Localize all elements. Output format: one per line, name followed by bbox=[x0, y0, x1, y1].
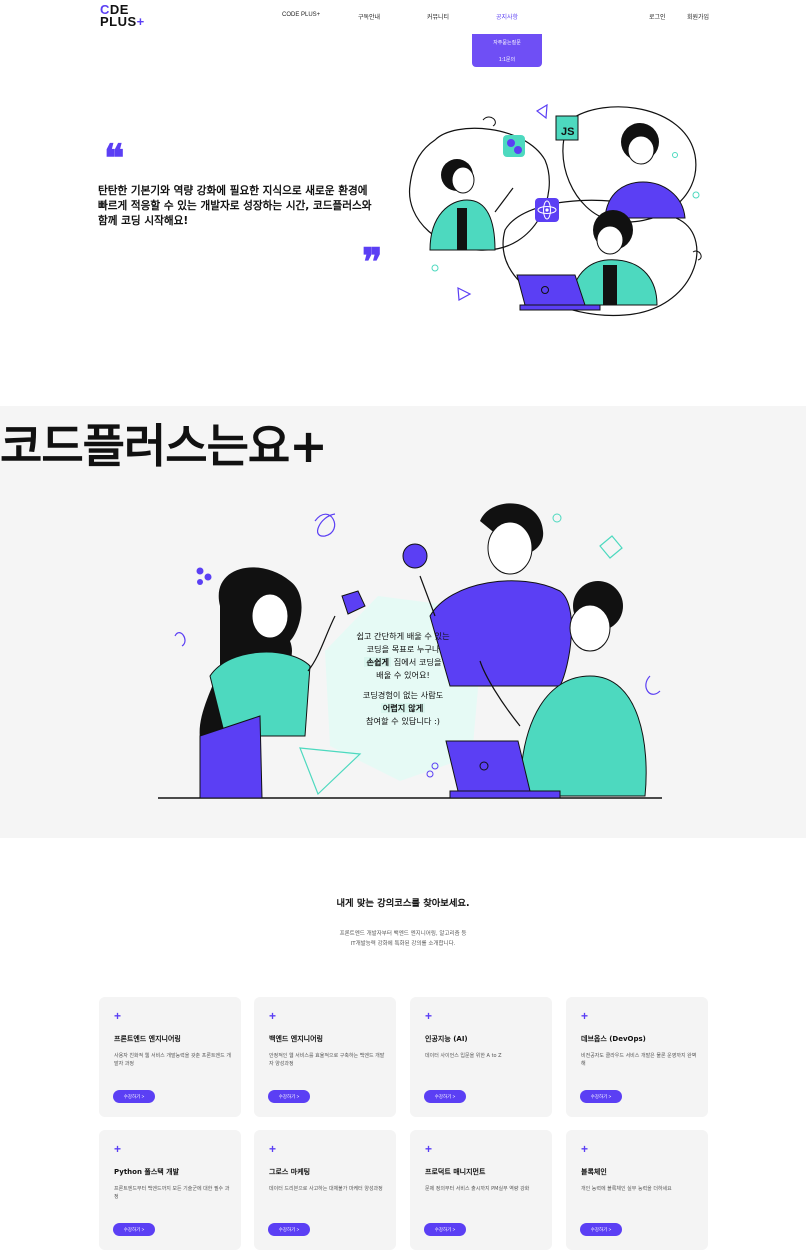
logo-plus: + bbox=[136, 14, 145, 29]
enroll-button[interactable]: 수강하기 > bbox=[580, 1223, 622, 1236]
plus-icon: + bbox=[114, 1009, 122, 1023]
course-title: Python 풀스택 개발 bbox=[114, 1168, 180, 1176]
hero-line-3: 함께 코딩 시작해요! bbox=[98, 215, 189, 227]
course-card-product-management[interactable]: + 프로덕트 매니지먼트 문제 정의부터 서비스 출시까지 PM실무 역량 강화… bbox=[410, 1130, 552, 1250]
course-card-growth-marketing[interactable]: + 그로스 마케팅 데이터 드리븐으로 사고하는 대체불가 마케터 양성과정 수… bbox=[254, 1130, 396, 1250]
course-card-blockchain[interactable]: + 블록체인 개인 능력에 블록체인 실무 능력을 더하세요 수강하기 > bbox=[566, 1130, 708, 1250]
plus-icon: + bbox=[269, 1009, 277, 1023]
bubble-line-2: 코딩을 목표로 누구나 bbox=[366, 644, 440, 654]
course-title: 블록체인 bbox=[581, 1168, 607, 1176]
course-title: 프로덕트 매니지먼트 bbox=[425, 1168, 486, 1176]
course-card-ai[interactable]: + 인공지능 (AI) 데이터 사이언스 입문을 위한 A to Z 수강하기 … bbox=[410, 997, 552, 1117]
course-card-python[interactable]: + Python 풀스택 개발 프론트엔드부터 백엔드까지 모든 기술군에 대한… bbox=[99, 1130, 241, 1250]
plus-icon: + bbox=[269, 1142, 277, 1156]
plus-icon: + bbox=[581, 1142, 589, 1156]
enroll-button[interactable]: 수강하기 > bbox=[424, 1223, 466, 1236]
course-desc: 사용자 친화적 웹 서비스 개발능력을 갖춘 프론트엔드 개발자 과정 bbox=[114, 1053, 231, 1067]
enroll-button[interactable]: 수강하기 > bbox=[113, 1223, 155, 1236]
enroll-button[interactable]: 수강하기 > bbox=[113, 1090, 155, 1103]
dropdown-item-inquiry[interactable]: 1:1문의 bbox=[472, 56, 542, 63]
logo-line2: PLUS bbox=[100, 14, 137, 29]
hero-illustration: JS bbox=[408, 103, 702, 317]
logo[interactable]: CDE PLUS+ bbox=[100, 3, 150, 30]
about-title: 코드플러스는요+ bbox=[0, 419, 328, 473]
nav-signup[interactable]: 회원가입 bbox=[687, 12, 709, 21]
course-desc: 비전공자도 클라우드 서비스 개발은 물론 운영까지 완벽해 bbox=[581, 1053, 697, 1067]
bubble-line-1: 쉽고 간단하게 배울 수 있는 bbox=[356, 631, 450, 641]
course-title: 프론트엔드 엔지니어링 bbox=[114, 1035, 181, 1043]
site-header: CDE PLUS+ CODE PLUS+ 구독안내 커뮤니티 공지사항 로그인 … bbox=[0, 0, 806, 67]
about-section: 코드플러스는요+ bbox=[0, 406, 806, 838]
nav-code-plus[interactable]: CODE PLUS+ bbox=[282, 12, 320, 18]
bubble-line-7: 참여할 수 있답니다 :) bbox=[365, 716, 441, 726]
plus-icon: + bbox=[581, 1009, 589, 1023]
course-card-frontend[interactable]: + 프론트엔드 엔지니어링 사용자 친화적 웹 서비스 개발능력을 갖춘 프론트… bbox=[99, 997, 241, 1117]
courses-subtitle: 프론트엔드 개발자부터 백엔드 엔지니어링, 알고리즘 등 IT개발능력 강화에… bbox=[0, 929, 806, 949]
enroll-button[interactable]: 수강하기 > bbox=[268, 1223, 310, 1236]
course-card-backend[interactable]: + 백엔드 엔지니어링 안정적인 웹 서비스를 효율적으로 구축하는 백엔드 개… bbox=[254, 997, 396, 1117]
quote-close-icon: ❞ bbox=[362, 242, 383, 284]
course-desc: 데이터 사이언스 입문을 위한 A to Z bbox=[425, 1053, 502, 1059]
courses-subtitle-2: IT개발능력 강화에 특화된 강의를 소개합니다. bbox=[350, 941, 456, 947]
hero-line-1: 탄탄한 기본기와 역량 강화에 필요한 지식으로 새로운 환경에 bbox=[98, 185, 368, 197]
plus-icon: + bbox=[425, 1142, 433, 1156]
course-desc: 개인 능력에 블록체인 실무 능력을 더하세요 bbox=[581, 1186, 672, 1192]
hero-line-2: 빠르게 적응할 수 있는 개발자로 성장하는 시간, 코드플러스와 bbox=[98, 200, 372, 212]
enroll-button[interactable]: 수강하기 > bbox=[580, 1090, 622, 1103]
about-bubble-text: 쉽고 간단하게 배울 수 있는 코딩을 목표로 누구나 손쉽게 집에서 코딩을 … bbox=[338, 630, 468, 728]
course-desc: 문제 정의부터 서비스 출시까지 PM실무 역량 강화 bbox=[425, 1186, 530, 1192]
course-title: 인공지능 (AI) bbox=[425, 1035, 468, 1043]
course-card-devops[interactable]: + 데브옵스 (DevOps) 비전공자도 클라우드 서비스 개발은 물론 운영… bbox=[566, 997, 708, 1117]
plus-icon: + bbox=[114, 1142, 122, 1156]
enroll-button[interactable]: 수강하기 > bbox=[268, 1090, 310, 1103]
course-desc: 안정적인 웹 서비스를 효율적으로 구축하는 백엔드 개발자 양성과정 bbox=[269, 1053, 385, 1067]
enroll-button[interactable]: 수강하기 > bbox=[424, 1090, 466, 1103]
nav-login[interactable]: 로그인 bbox=[649, 12, 666, 21]
course-title: 백엔드 엔지니어링 bbox=[269, 1035, 323, 1043]
bubble-line-4: 배울 수 있어요! bbox=[376, 670, 430, 680]
svg-text:JS: JS bbox=[561, 126, 574, 138]
course-desc: 프론트엔드부터 백엔드까지 모든 기술군에 대한 필수 과정 bbox=[114, 1186, 230, 1200]
courses-subtitle-1: 프론트엔드 개발자부터 백엔드 엔지니어링, 알고리즘 등 bbox=[339, 931, 467, 937]
bubble-line-5: 코딩경험이 없는 사람도 bbox=[362, 690, 444, 700]
notice-dropdown: 자주묻는질문 1:1문의 bbox=[472, 34, 542, 67]
bubble-highlight-2: 어렵지 않게 bbox=[380, 703, 426, 713]
bubble-highlight-1: 손쉽게 bbox=[364, 657, 392, 667]
hero-text: 탄탄한 기본기와 역량 강화에 필요한 지식으로 새로운 환경에 빠르게 적응할… bbox=[98, 184, 388, 229]
dropdown-item-faq[interactable]: 자주묻는질문 bbox=[472, 39, 542, 46]
bubble-line-3: 집에서 코딩을 bbox=[391, 657, 442, 667]
quote-open-icon: ❝ bbox=[104, 138, 125, 180]
nav-subscription[interactable]: 구독안내 bbox=[358, 12, 380, 21]
course-title: 데브옵스 (DevOps) bbox=[581, 1035, 646, 1043]
plus-icon: + bbox=[425, 1009, 433, 1023]
nav-notice[interactable]: 공지사항 bbox=[496, 12, 518, 21]
course-title: 그로스 마케팅 bbox=[269, 1168, 311, 1176]
nav-community[interactable]: 커뮤니티 bbox=[427, 12, 449, 21]
course-desc: 데이터 드리븐으로 사고하는 대체불가 마케터 양성과정 bbox=[269, 1186, 383, 1192]
courses-heading: 내게 맞는 강의코스를 찾아보세요. bbox=[336, 898, 470, 909]
